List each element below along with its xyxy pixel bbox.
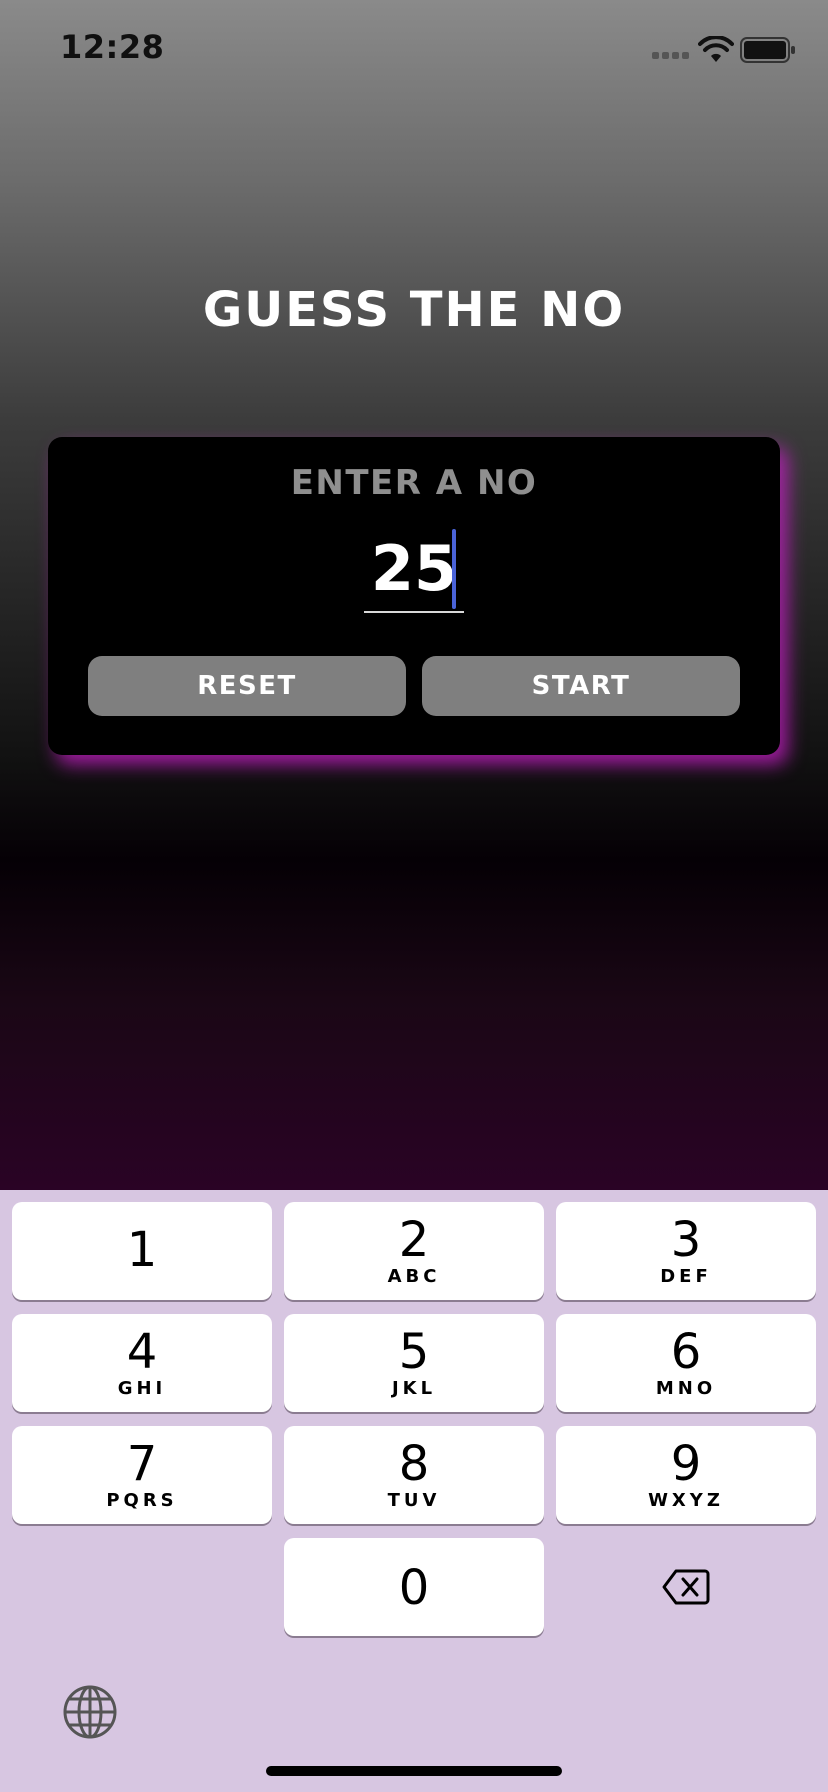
home-indicator bbox=[266, 1766, 562, 1776]
guess-card: ENTER A NO 25 RESET START bbox=[48, 437, 780, 755]
reset-button[interactable]: RESET bbox=[88, 656, 406, 716]
cellular-signal-icon bbox=[652, 52, 690, 62]
page-title: GUESS THE NO bbox=[202, 282, 626, 338]
number-input-value[interactable]: 25 bbox=[364, 527, 464, 611]
delete-backspace-icon bbox=[662, 1569, 710, 1605]
key-8[interactable]: 8 TUV bbox=[284, 1426, 544, 1524]
key-3[interactable]: 3 DEF bbox=[556, 1202, 816, 1300]
numeric-keyboard: 1 2 ABC 3 DEF 4 GHI 5 JKL 6 MNO 7 PQRS 8… bbox=[0, 1190, 828, 1792]
key-0[interactable]: 0 bbox=[284, 1538, 544, 1636]
key-1[interactable]: 1 bbox=[12, 1202, 272, 1300]
key-6[interactable]: 6 MNO bbox=[556, 1314, 816, 1412]
status-time: 12:28 bbox=[60, 28, 165, 66]
globe-icon[interactable] bbox=[62, 1684, 118, 1740]
status-bar: 12:28 bbox=[0, 0, 828, 100]
delete-key[interactable] bbox=[556, 1538, 816, 1636]
key-5[interactable]: 5 JKL bbox=[284, 1314, 544, 1412]
start-button[interactable]: START bbox=[422, 656, 740, 716]
key-4[interactable]: 4 GHI bbox=[12, 1314, 272, 1412]
enter-number-label: ENTER A NO bbox=[290, 463, 538, 503]
key-7[interactable]: 7 PQRS bbox=[12, 1426, 272, 1524]
wifi-icon bbox=[698, 36, 734, 62]
text-cursor bbox=[452, 529, 456, 609]
key-2[interactable]: 2 ABC bbox=[284, 1202, 544, 1300]
key-9[interactable]: 9 WXYZ bbox=[556, 1426, 816, 1524]
battery-icon bbox=[740, 37, 795, 63]
number-input-field[interactable]: 25 bbox=[364, 527, 464, 613]
